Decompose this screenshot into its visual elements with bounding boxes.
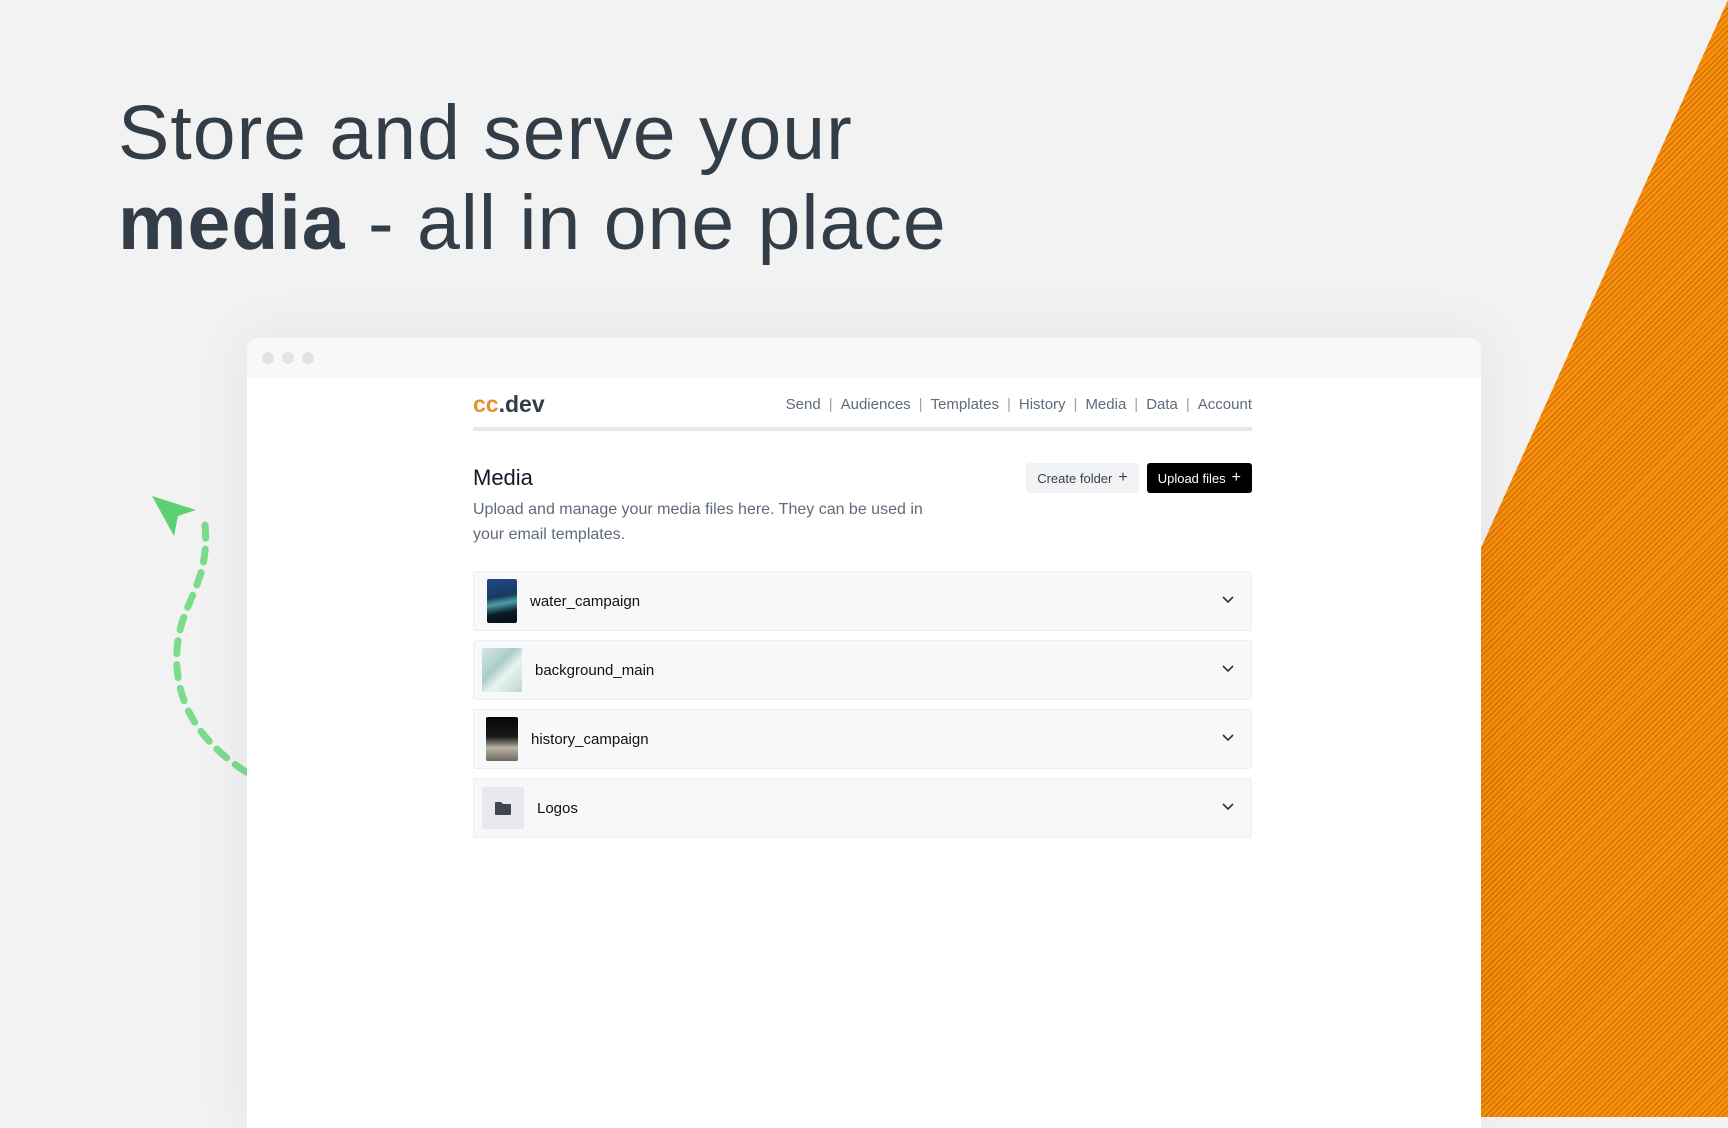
dashed-arrow-icon — [152, 496, 250, 776]
nav-separator: | — [828, 395, 833, 413]
nav-separator: | — [1073, 395, 1078, 413]
folder-icon — [495, 801, 511, 815]
nav-links: Send | Audiences | Templates | History |… — [786, 396, 1252, 413]
media-item-water-campaign[interactable]: water_campaign — [473, 571, 1252, 631]
nav-separator: | — [1185, 395, 1190, 413]
plus-icon: + — [1118, 469, 1128, 486]
nav-send[interactable]: Send — [786, 396, 821, 413]
nav-separator: | — [1006, 395, 1011, 413]
nav-history[interactable]: History — [1019, 396, 1066, 413]
window-dot-minimize[interactable] — [282, 352, 294, 364]
media-item-background-main[interactable]: background_main — [473, 640, 1252, 700]
upload-files-button[interactable]: Upload files + — [1146, 463, 1252, 493]
chevron-down-icon[interactable] — [1221, 733, 1235, 743]
hero-line-1: Store and serve your — [118, 90, 853, 176]
page-actions: Create folder + Upload files + — [1026, 463, 1252, 493]
nav-separator: | — [918, 395, 923, 413]
nav-audiences[interactable]: Audiences — [841, 396, 911, 413]
plus-icon: + — [1231, 469, 1241, 486]
window-dot-close[interactable] — [262, 352, 274, 364]
hero-line-2-bold: media — [118, 180, 346, 266]
window-dot-maximize[interactable] — [302, 352, 314, 364]
app-logo[interactable]: cc.dev — [473, 391, 545, 418]
media-list: water_campaign background_main history_c… — [473, 571, 1252, 838]
nav-templates[interactable]: Templates — [931, 396, 999, 413]
media-item-label: Logos — [537, 799, 578, 817]
folder-thumbnail — [482, 787, 524, 829]
logo-text: .dev — [498, 390, 545, 417]
upload-files-label: Upload files — [1157, 470, 1226, 486]
media-item-label: history_campaign — [531, 730, 649, 748]
nav-media[interactable]: Media — [1085, 396, 1126, 413]
media-item-label: background_main — [535, 661, 655, 679]
image-thumbnail — [486, 717, 518, 761]
chevron-down-icon[interactable] — [1221, 595, 1235, 605]
media-item-label: water_campaign — [530, 592, 641, 610]
browser-window: cc.dev Send | Audiences | Templates | Hi… — [247, 338, 1481, 1128]
create-folder-label: Create folder — [1037, 470, 1113, 486]
image-thumbnail — [482, 648, 522, 692]
media-item-logos-folder[interactable]: Logos — [473, 778, 1252, 838]
logo-accent: cc — [473, 390, 499, 417]
window-titlebar — [247, 338, 1481, 377]
chevron-down-icon[interactable] — [1221, 664, 1235, 674]
nav-data[interactable]: Data — [1146, 396, 1178, 413]
nav-separator: | — [1134, 395, 1139, 413]
page-description: Upload and manage your media files here.… — [473, 501, 923, 543]
chevron-down-icon[interactable] — [1221, 802, 1235, 812]
hero-headline: Store and serve your media - all in one … — [118, 88, 947, 268]
hero-line-2-rest: - all in one place — [345, 180, 947, 266]
media-item-history-campaign[interactable]: history_campaign — [473, 709, 1252, 769]
image-thumbnail — [487, 579, 517, 623]
top-nav: cc.dev Send | Audiences | Templates | Hi… — [473, 377, 1252, 431]
create-folder-button[interactable]: Create folder + — [1026, 463, 1139, 493]
page-header: Media Upload and manage your media files… — [473, 463, 1252, 565]
nav-account[interactable]: Account — [1198, 396, 1252, 413]
app-content: cc.dev Send | Audiences | Templates | Hi… — [473, 377, 1252, 847]
